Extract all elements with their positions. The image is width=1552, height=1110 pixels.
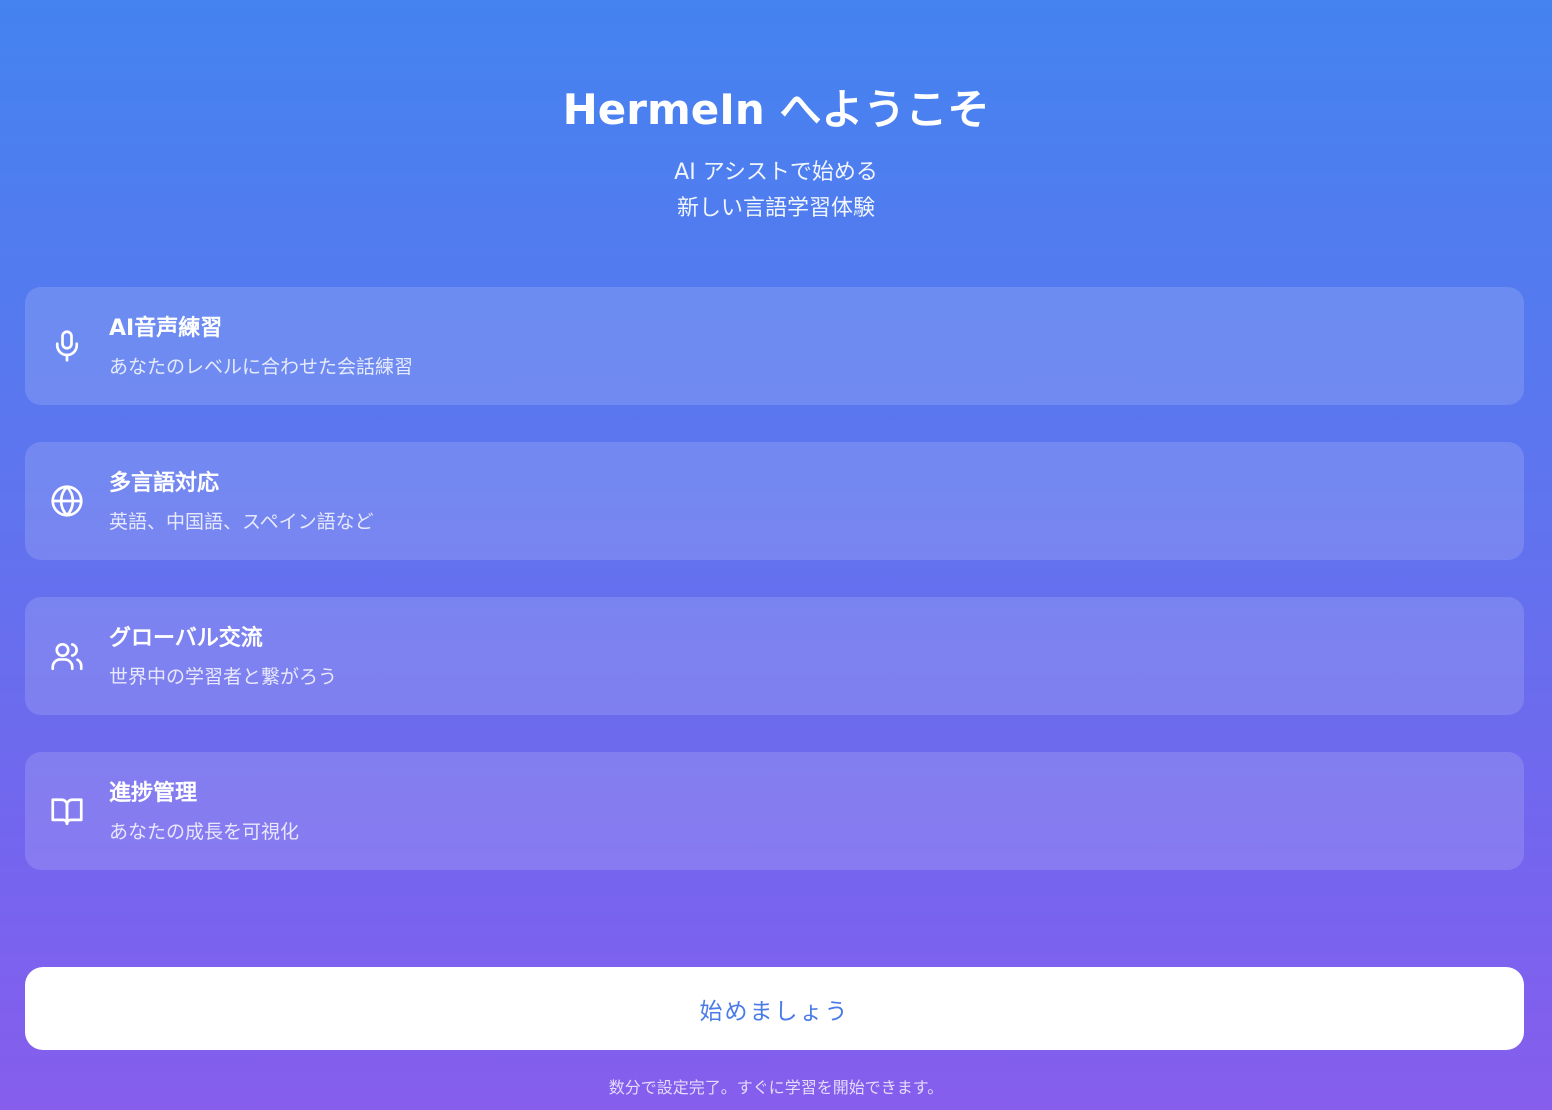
feature-description: あなたの成長を可視化 <box>109 821 300 843</box>
get-started-button[interactable]: 始めましょう <box>25 967 1524 1050</box>
feature-title: 進捗管理 <box>109 781 198 806</box>
page-subtitle: AI アシストで始める 新しい言語学習体験 <box>0 155 1552 227</box>
feature-title: AI音声練習 <box>109 316 223 341</box>
feature-description: あなたのレベルに合わせた会話練習 <box>109 356 414 378</box>
feature-title: 多言語対応 <box>109 471 220 496</box>
feature-title: グローバル交流 <box>109 626 263 651</box>
subtitle-line-1: AI アシストで始める <box>674 160 878 185</box>
feature-description: 英語、中国語、スペイン語など <box>109 511 374 533</box>
book-icon <box>49 793 85 829</box>
subtitle-line-2: 新しい言語学習体験 <box>676 196 875 221</box>
feature-card-multilingual: 多言語対応 英語、中国語、スペイン語など <box>25 442 1524 560</box>
microphone-icon <box>49 328 85 364</box>
feature-card-global-exchange: グローバル交流 世界中の学習者と繋がろう <box>25 597 1524 715</box>
globe-icon <box>49 483 85 519</box>
users-icon <box>49 638 85 674</box>
feature-card-voice-practice: AI音声練習 あなたのレベルに合わせた会話練習 <box>25 287 1524 405</box>
feature-card-progress: 進捗管理 あなたの成長を可視化 <box>25 752 1524 870</box>
page-title: HermeIn へようこそ <box>562 85 990 134</box>
setup-note: 数分で設定完了。すぐに学習を開始できます。 <box>608 1078 944 1097</box>
feature-description: 世界中の学習者と繋がろう <box>109 666 338 688</box>
